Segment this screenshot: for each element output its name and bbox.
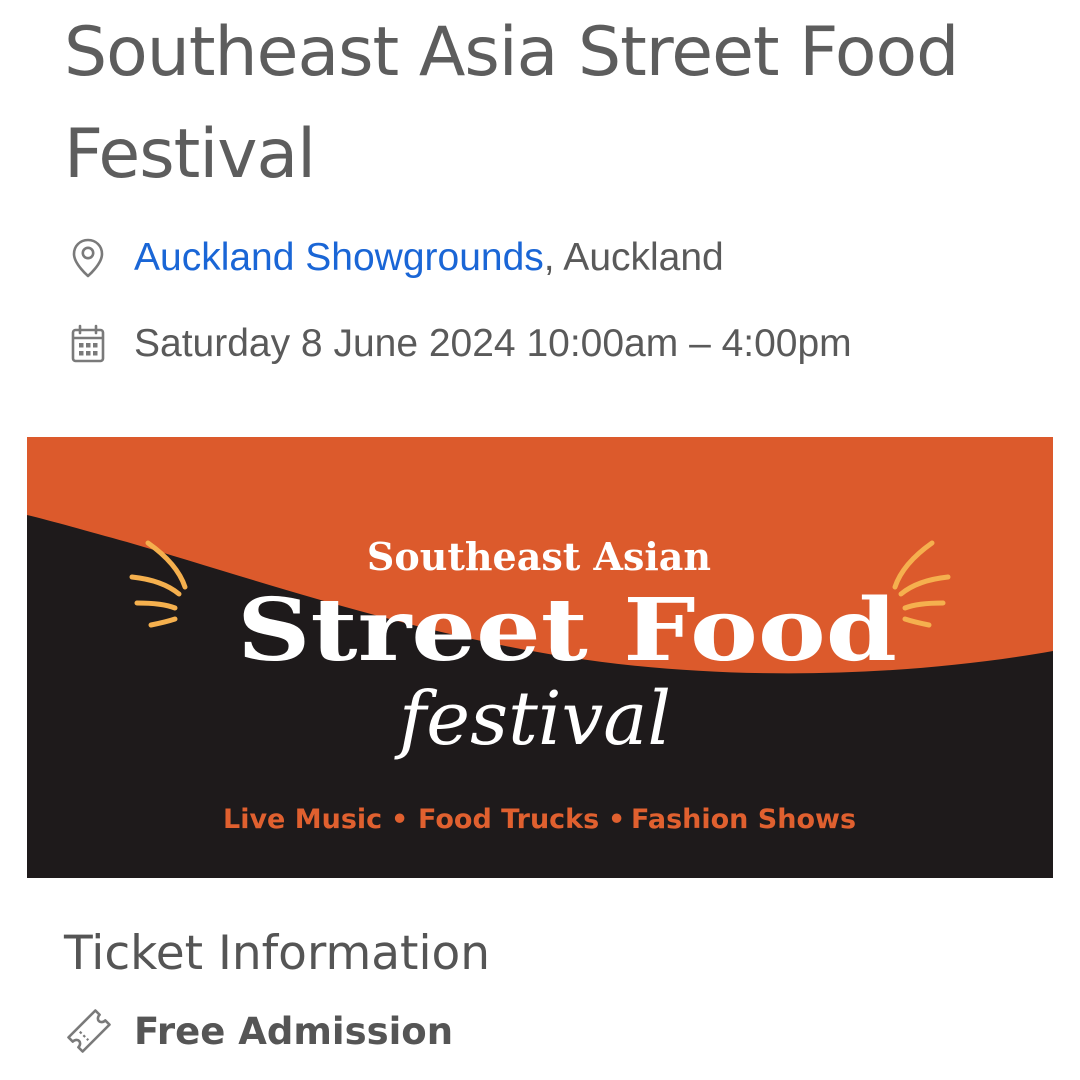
banner-title-line3: festival	[394, 676, 671, 762]
tagline-fashion-shows: Fashion Shows	[631, 804, 856, 835]
map-pin-icon	[68, 236, 108, 280]
ticket-row: Free Admission	[64, 1006, 453, 1056]
event-banner: Southeast Asian Street Food festival Liv…	[27, 437, 1053, 878]
banner-title-line2: Street Food	[237, 580, 897, 681]
banner-title-line1: Southeast Asian	[367, 534, 711, 579]
venue-city: , Auckland	[543, 236, 724, 279]
venue-link[interactable]: Auckland Showgrounds	[134, 236, 544, 280]
event-title: Southeast Asia Street Food Festival	[64, 13, 959, 194]
location-row: Auckland Showgrounds , Auckland	[68, 236, 724, 280]
calendar-icon	[68, 322, 108, 366]
tagline-food-trucks: Food Trucks	[418, 804, 599, 835]
date-row: Saturday 8 June 2024 10:00am – 4:00pm	[68, 322, 852, 366]
tagline-live-music: Live Music	[223, 804, 382, 835]
ticket-icon	[64, 1006, 114, 1056]
admission-label: Free Admission	[134, 1009, 454, 1053]
event-datetime: Saturday 8 June 2024 10:00am – 4:00pm	[134, 322, 852, 365]
tagline-separator-2: •	[608, 804, 625, 835]
ticket-info-heading: Ticket Information	[64, 926, 491, 981]
tagline-separator-1: •	[391, 804, 408, 835]
